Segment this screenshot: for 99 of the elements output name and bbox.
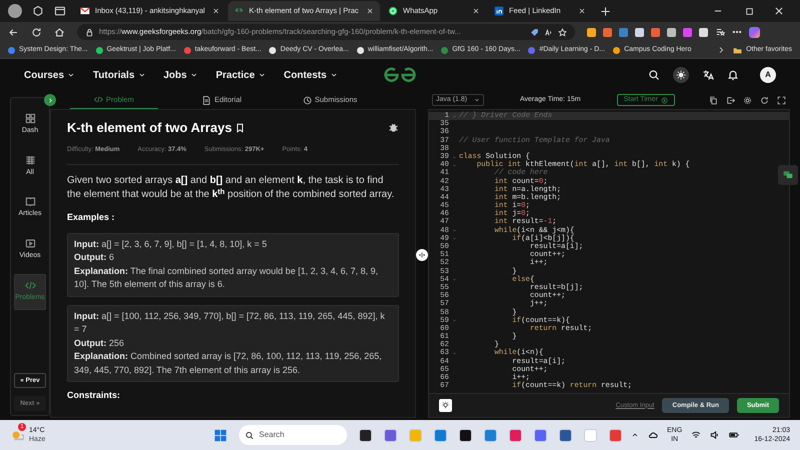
constraints-heading: Constraints: (67, 389, 122, 402)
clock-icon (302, 96, 312, 104)
bookmark-favicon (356, 46, 364, 54)
bookmark-favicon (96, 46, 103, 54)
bookmark-favicon (613, 46, 620, 54)
fold-caret-icon (452, 277, 456, 282)
caret-icon (474, 97, 480, 103)
grid-icon (24, 113, 36, 124)
favorites-icon[interactable] (715, 27, 725, 37)
copilot-icon[interactable] (749, 26, 760, 38)
back-icon[interactable] (8, 26, 19, 38)
example-line: Explanation: The final combined sorted array would be [1, 2, 3, 4, 6, 7, 8, 9, 10]. The 5th element of this array is 6. (74, 264, 379, 292)
profile-avatar[interactable] (8, 4, 22, 18)
close-icon[interactable] (578, 7, 586, 15)
star-icon (558, 28, 567, 36)
speaker-icon[interactable] (710, 430, 720, 440)
example-line: Output: 256 (74, 336, 126, 350)
bookmark-favicon (269, 46, 276, 54)
chevron-down-icon (190, 71, 198, 79)
expand-icon[interactable] (44, 94, 56, 106)
search-icon (245, 430, 254, 440)
book-icon (24, 196, 36, 207)
site-logo[interactable] (383, 66, 417, 84)
workspaces-icon[interactable] (32, 5, 44, 17)
chevron-down-icon (330, 71, 338, 79)
sun-icon (676, 70, 686, 80)
example-line: Output: 6 (74, 251, 115, 264)
example-line: Explanation: Combined sorted array is [72, 86, 100, 112, 113, 119, 256, 265, 349, 445, 770, 892]. The 7th element of this array is 256. (74, 350, 383, 377)
read-aloud-icon (544, 28, 553, 36)
search-placeholder: Search (259, 429, 284, 441)
lightbulb-icon (441, 401, 450, 410)
user-avatar[interactable]: A (760, 67, 776, 83)
chat-button[interactable] (778, 165, 798, 185)
hint-button[interactable] (439, 399, 452, 412)
cloud-icon[interactable] (648, 430, 658, 440)
chevron-right-icon (46, 96, 54, 104)
mail-icon (80, 6, 90, 16)
nav-menu[interactable]: Courses (24, 68, 76, 82)
battery-icon[interactable] (729, 430, 740, 440)
bookmark-favicon (8, 46, 15, 54)
app-icon[interactable] (459, 428, 472, 442)
chevron-right-icon (717, 46, 726, 54)
video-icon (24, 238, 36, 248)
chevron-down-icon (258, 71, 266, 79)
drag-handle-icon (418, 250, 426, 258)
chevron-down-icon (138, 71, 146, 79)
theme-toggle-icon[interactable] (673, 67, 689, 83)
document-icon (202, 96, 212, 104)
reset-icon[interactable] (760, 96, 769, 104)
folder-icon (733, 46, 742, 54)
new-tab-icon[interactable] (600, 6, 611, 16)
bookmark-favicon (441, 46, 448, 54)
bell-icon[interactable] (727, 69, 739, 81)
bookmark-icon[interactable] (234, 122, 245, 133)
fold-caret-icon (452, 114, 456, 119)
tag-icon (530, 28, 539, 36)
nav-menu[interactable]: Tutorials (93, 68, 146, 82)
example-line: Input: a[] = [2, 3, 6, 7, 9], b[] = [1, 4, 8, 10], k = 5 (74, 238, 268, 251)
search-icon[interactable] (648, 69, 660, 81)
fullscreen-icon[interactable] (777, 96, 786, 104)
code-icon (94, 95, 104, 104)
copy-icon[interactable] (709, 96, 718, 104)
problem-description: Given two sorted arrays a[] and b[] and an element k, the task is to find the element that would be at the k$^{th}$ position of the combined sorted array. (67, 174, 396, 202)
lock-icon (85, 28, 94, 36)
example-line: Input: a[] = [100, 112, 256, 349, 770], b[] = [72, 86, 113, 119, 265, 445, 892], k = 7 (74, 310, 386, 336)
refresh-icon[interactable] (31, 26, 42, 38)
fold-caret-icon (452, 351, 456, 356)
translate-icon[interactable] (702, 69, 714, 81)
app-icon[interactable] (359, 428, 372, 442)
nav-menu[interactable]: Jobs (164, 68, 198, 82)
problem-title: K-th element of two Arrays (67, 119, 232, 137)
examples-heading: Examples : (67, 211, 116, 224)
chevron-up-icon[interactable] (631, 431, 640, 439)
fold-caret-icon (452, 318, 456, 324)
home-icon[interactable] (54, 26, 65, 38)
close-icon[interactable] (212, 7, 220, 15)
code-icon (24, 280, 36, 291)
resize-handle[interactable] (416, 248, 428, 260)
settings-icon[interactable] (743, 96, 752, 104)
wifi-icon[interactable] (691, 430, 702, 440)
chat-icon (388, 6, 398, 16)
search-field[interactable]: Search (239, 425, 347, 445)
maximize-icon[interactable] (745, 6, 754, 16)
network-icon (494, 6, 504, 16)
table-icon (24, 154, 36, 166)
chat-bubbles-icon (783, 170, 793, 180)
close-icon[interactable] (366, 7, 374, 15)
bookmark-favicon (528, 46, 536, 54)
windows-start-icon[interactable] (214, 428, 227, 442)
bug-icon[interactable] (388, 122, 399, 134)
export-icon[interactable] (726, 96, 735, 104)
chevron-down-icon (67, 71, 76, 79)
tab-actions-icon[interactable] (54, 5, 66, 17)
close-icon[interactable] (774, 6, 784, 16)
bookmark-favicon (184, 46, 191, 54)
close-icon[interactable] (472, 7, 480, 15)
nav-menu[interactable]: Practice (216, 68, 266, 82)
play-icon (660, 96, 668, 104)
nav-menu[interactable]: Contests (284, 68, 338, 82)
